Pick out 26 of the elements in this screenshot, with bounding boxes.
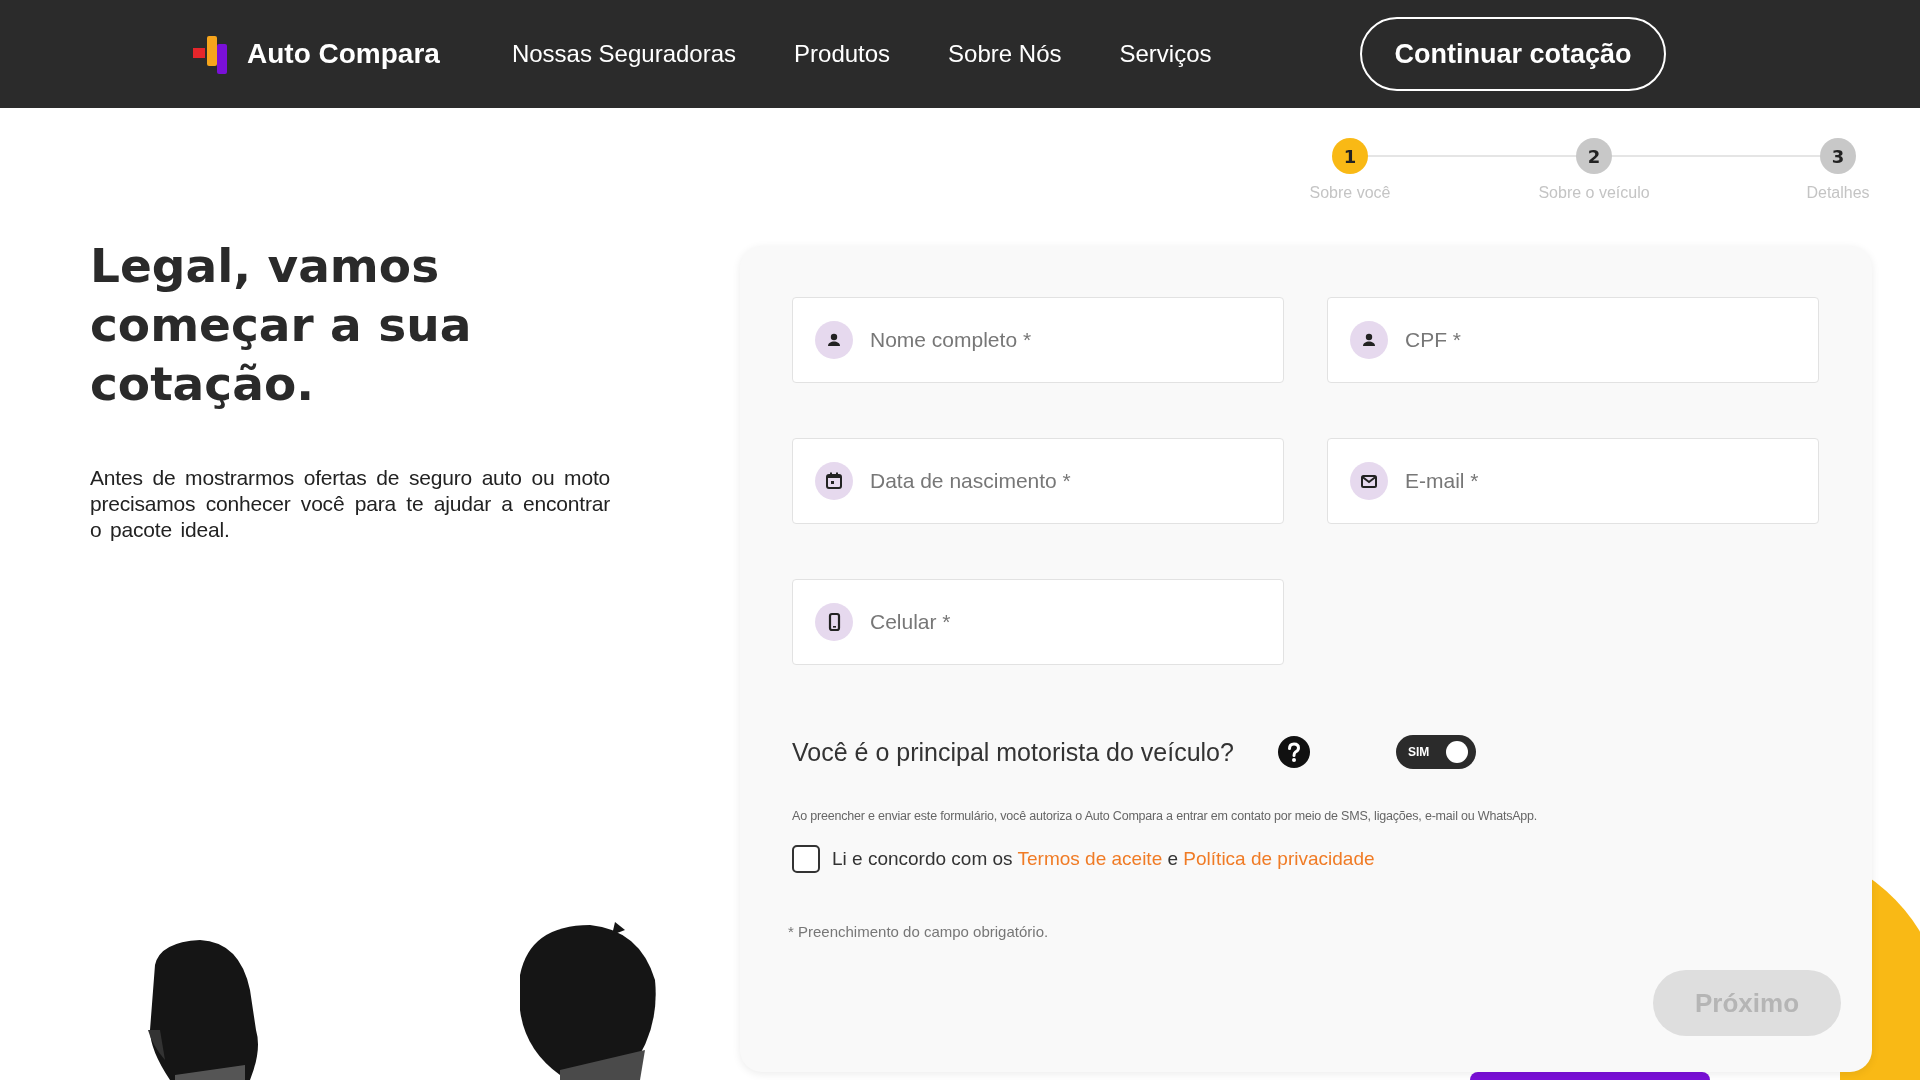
nav-link[interactable]: Serviços [1119,40,1212,68]
step-number: 3 [1820,138,1856,174]
agreement-text: Li e concordo com os Termos de aceite e Política de privacidade [832,848,1375,870]
step-label: Sobre o veículo [1538,184,1650,202]
nav-link[interactable]: Sobre Nós [948,40,1062,68]
help-icon[interactable] [1277,736,1310,768]
input-field[interactable]: E-mail * [1327,438,1819,524]
step-label: Sobre você [1309,184,1391,202]
nav-link[interactable]: Nossas Seguradoras [511,40,737,68]
brand-name[interactable]: Auto Compara [247,38,440,70]
input-field[interactable]: CPF * [1327,297,1819,383]
step-label: Detalhes [1806,184,1870,202]
step-number: 2 [1576,138,1612,174]
intro-paragraph: Antes de mostrarmos ofertas de seguro auto ou moto precisamos conhecer você para te ajudar a encontrar o pacote ideal. [90,465,610,543]
input-field[interactable]: Data de nascimento * [792,438,1284,524]
question-label: Você é o principal motorista do veículo? [792,737,1234,767]
page-heading: Legal, vamos começar a sua cotação. [90,237,473,413]
continue-button[interactable]: Continuar cotação [1360,17,1666,91]
input-field[interactable]: Nome completo * [792,297,1284,383]
nav-link[interactable]: Produtos [794,40,891,68]
input-field[interactable]: Celular * [792,579,1284,665]
step-number: 1 [1332,138,1368,174]
required-note: * Preenchimento do campo obrigatório. [788,923,1050,940]
consent-note: Ao preencher e enviar este formulário, você autoriza o Auto Compara a entrar em contato por meio de SMS, ligações, e-mail ou WhatsApp. [792,809,1539,823]
toggle-switch[interactable]: SIM [1395,735,1476,769]
checkbox[interactable] [792,845,820,873]
